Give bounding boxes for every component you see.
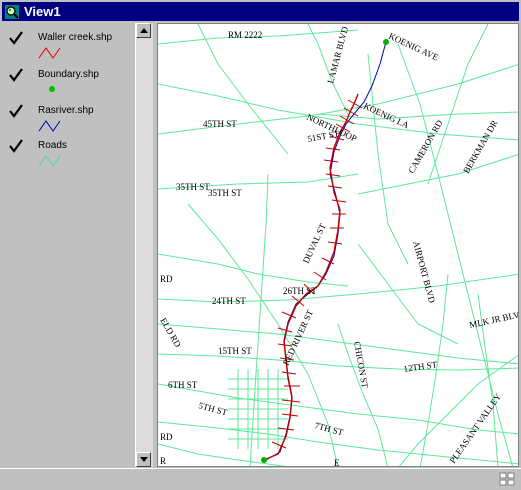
layer-name: Boundary.shp — [38, 69, 99, 80]
road-label: DUVAL ST — [301, 221, 328, 264]
road-label: KOENIG LA — [362, 101, 411, 131]
boundary-point — [261, 457, 267, 463]
window-title: View1 — [24, 4, 61, 19]
arrow-down-icon — [140, 457, 148, 462]
road-labels: RM 2222 LAMAR BLVD KOENIG AVE KOENIG LA … — [158, 25, 519, 467]
view-window: View1 Waller creek.shp Boundary.shp Rasr… — [0, 0, 521, 490]
map-svg: RM 2222 LAMAR BLVD KOENIG AVE KOENIG LA … — [158, 24, 519, 467]
road-label: KOENIG AVE — [387, 31, 440, 63]
arrow-up-icon — [140, 28, 148, 33]
road-label: 35TH ST — [176, 182, 210, 192]
road-label: 15TH ST — [218, 346, 252, 356]
resize-grip-icon[interactable] — [499, 472, 515, 486]
road-label: AIRPORT BLVD — [411, 240, 437, 305]
status-bar — [0, 468, 521, 490]
point-symbol-icon — [49, 86, 55, 92]
checkbox-checked-icon[interactable] — [9, 31, 23, 45]
magnifier-map-icon — [5, 4, 19, 19]
road-label: 5TH ST — [197, 400, 228, 417]
road-label: MLK JR BLV — [468, 309, 519, 330]
road-label: RM 2222 — [228, 30, 262, 40]
title-bar[interactable]: View1 — [2, 2, 519, 21]
road-label: CHICON ST — [352, 341, 370, 390]
road-label: 12TH ST — [403, 359, 438, 374]
road-label: 51ST ST — [307, 128, 341, 144]
legend-panel: Waller creek.shp Boundary.shp Rasriver.s… — [3, 23, 152, 467]
map-canvas[interactable]: RM 2222 LAMAR BLVD KOENIG AVE KOENIG LA … — [157, 23, 519, 467]
road-label: ELD RD — [158, 316, 183, 349]
legend-scrollbar[interactable] — [135, 23, 153, 467]
checkbox-checked-icon[interactable] — [9, 104, 23, 118]
road-label: R — [160, 456, 166, 466]
layer-name: Waller creek.shp — [38, 32, 113, 43]
scroll-up-button[interactable] — [136, 23, 151, 38]
layer-name: Rasriver.shp — [38, 105, 94, 116]
roads-layer — [158, 24, 518, 466]
road-label: 45TH ST — [203, 119, 237, 129]
road-label: 7TH ST — [313, 420, 344, 437]
road-label: RD — [160, 274, 173, 284]
road-label: E — [334, 458, 340, 467]
road-label: 26TH ST — [283, 286, 317, 296]
road-label: LAMAR BLVD — [325, 25, 350, 85]
road-label: 6TH ST — [168, 380, 198, 390]
layer-name: Roads — [38, 140, 67, 151]
line-symbol-icon — [38, 47, 61, 59]
road-label: 35TH ST — [208, 188, 242, 198]
checkbox-checked-icon[interactable] — [9, 68, 23, 82]
line-symbol-icon — [38, 155, 61, 167]
road-label: RD — [160, 432, 173, 442]
scroll-down-button[interactable] — [136, 452, 151, 467]
checkbox-checked-icon[interactable] — [9, 139, 23, 153]
line-symbol-icon — [38, 120, 61, 132]
road-label: 24TH ST — [212, 296, 246, 306]
